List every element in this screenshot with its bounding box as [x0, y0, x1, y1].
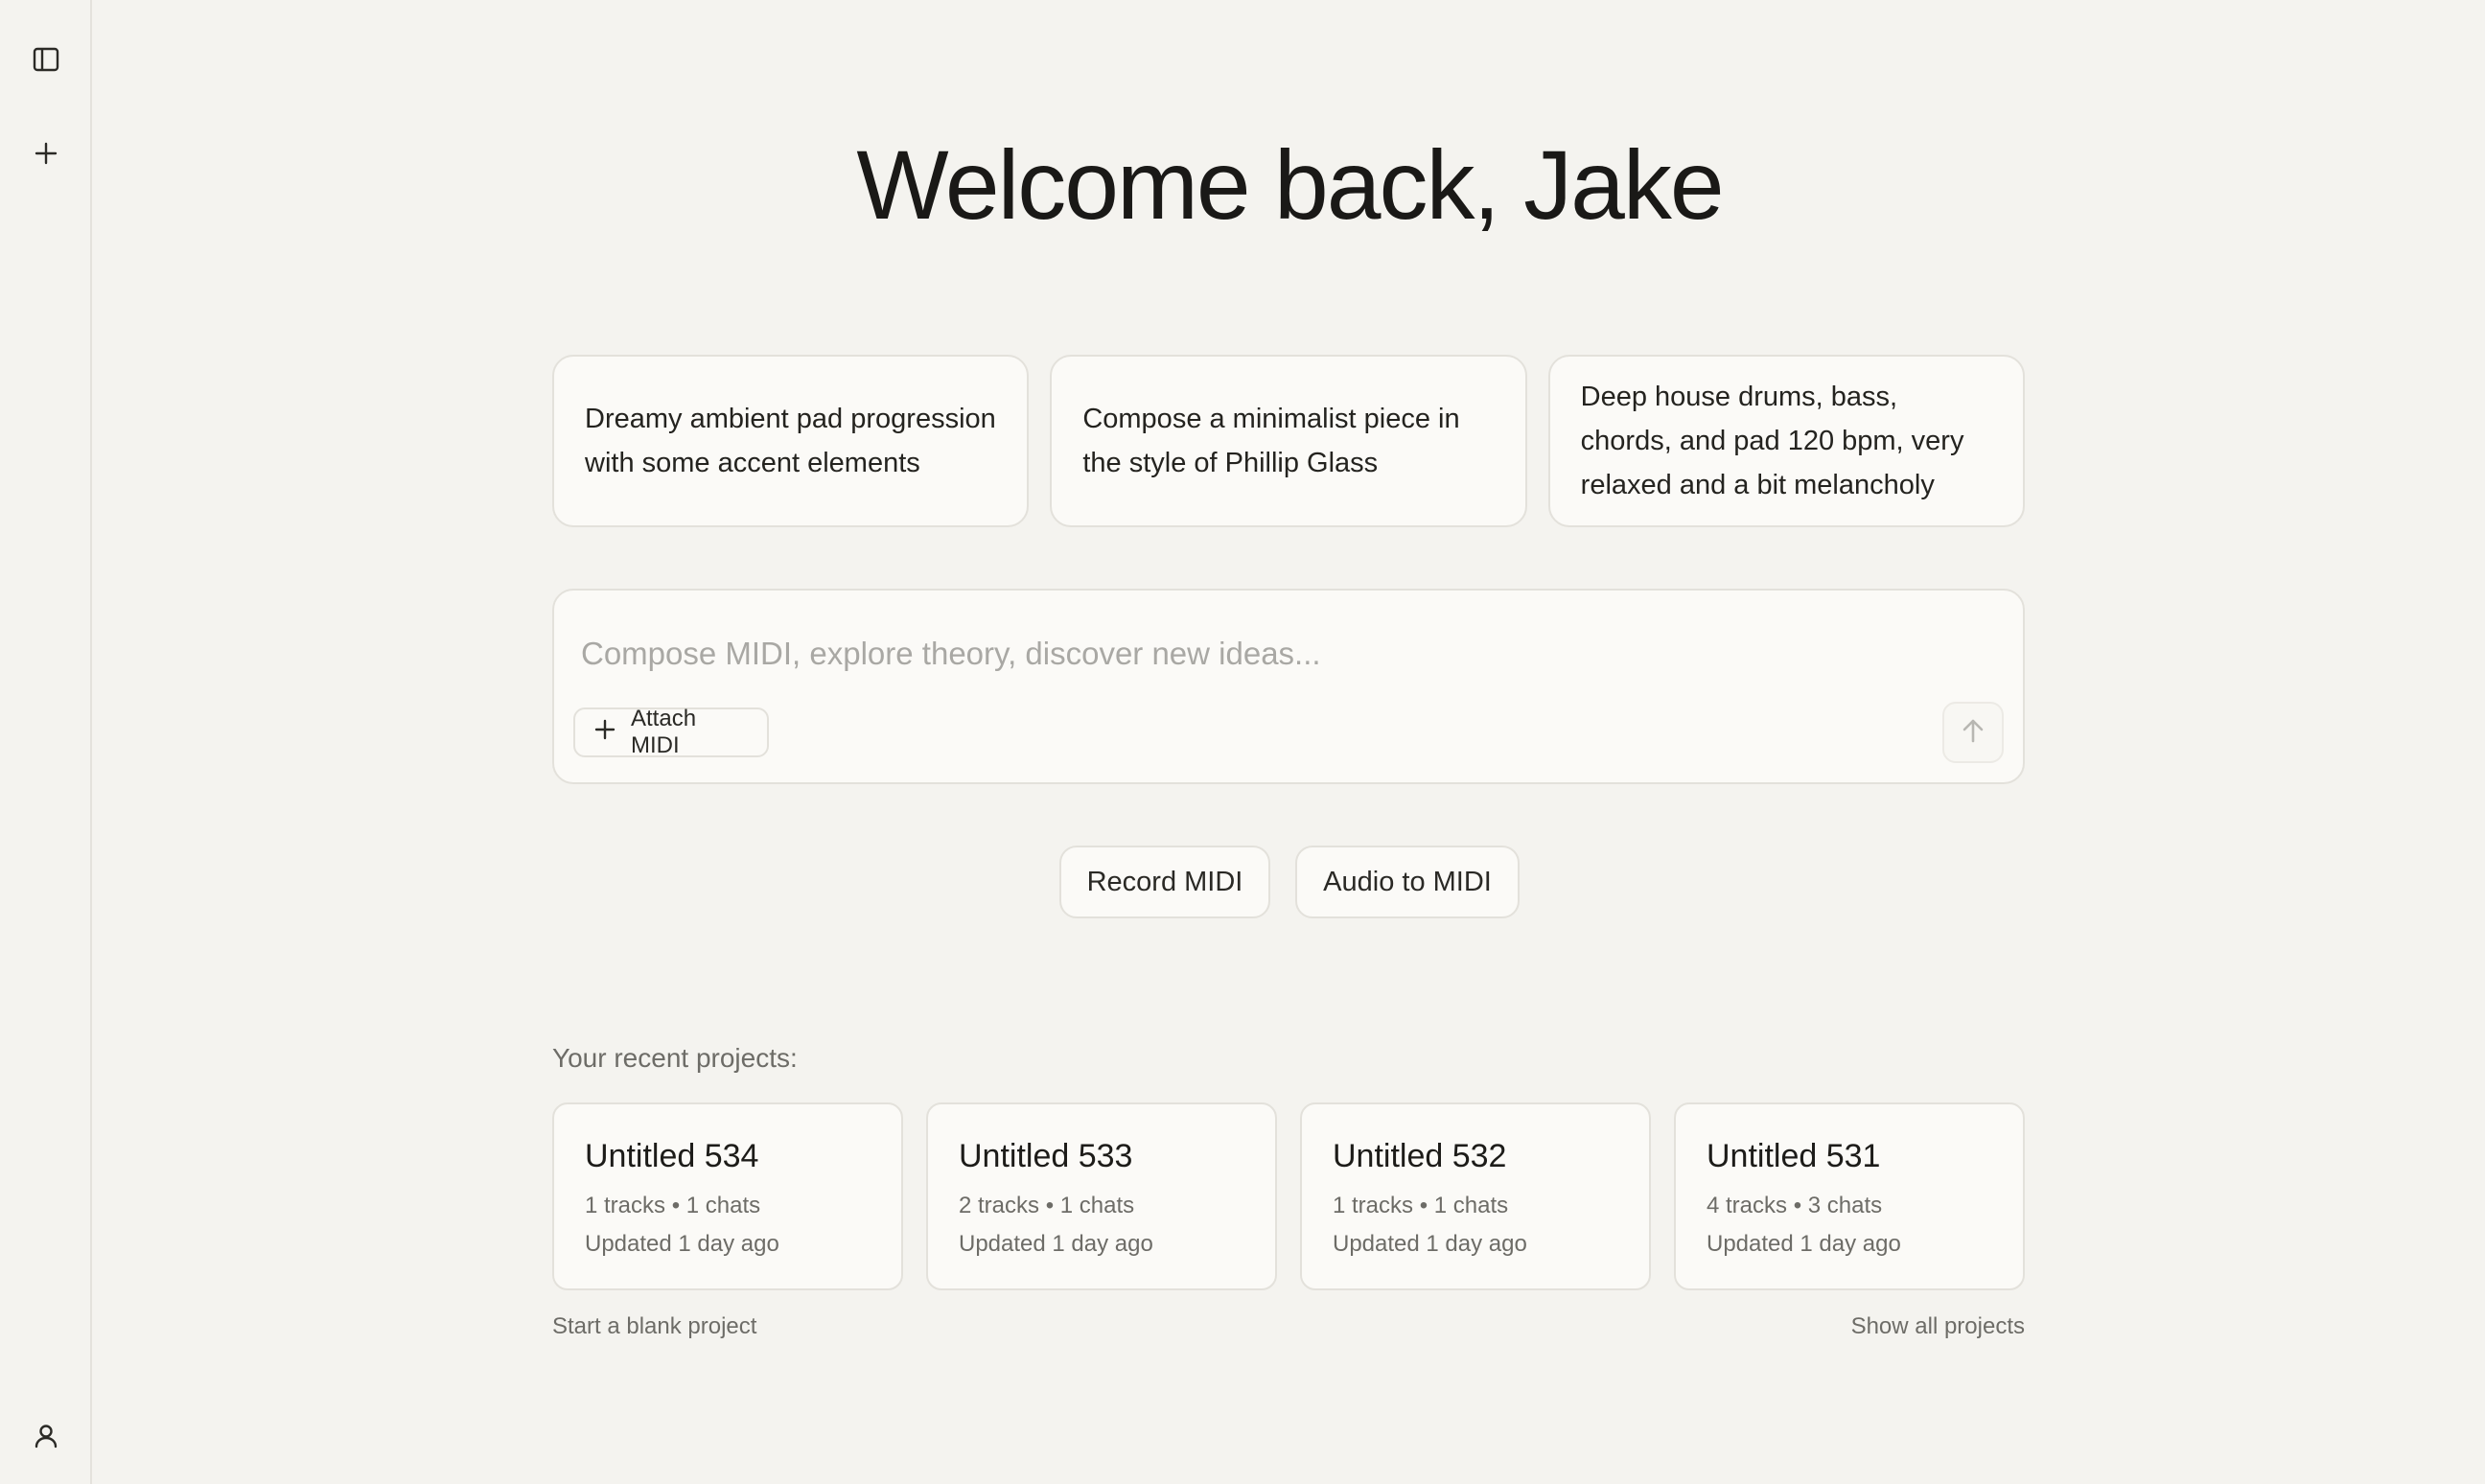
app-window: Welcome back, Jake Dreamy ambient pad pr…: [0, 0, 2485, 1484]
arrow-up-icon: [1958, 715, 1988, 751]
project-name: Untitled 531: [1707, 1138, 1881, 1174]
project-card[interactable]: Untitled 532 1 tracks • 1 chats Updated …: [1300, 1102, 1651, 1290]
suggestion-card[interactable]: Dreamy ambient pad progression with some…: [552, 355, 1030, 527]
plus-icon: [31, 138, 61, 169]
project-updated: Updated 1 day ago: [959, 1231, 1153, 1257]
project-stats: 2 tracks • 1 chats: [959, 1193, 1135, 1218]
project-updated: Updated 1 day ago: [1707, 1231, 1901, 1257]
page-title: Welcome back, Jake: [856, 130, 1724, 240]
send-button[interactable]: [1942, 702, 2004, 763]
prompt-input[interactable]: [581, 627, 1923, 681]
account-button[interactable]: [23, 1413, 69, 1459]
suggestion-card[interactable]: Deep house drums, bass, chords, and pad …: [1547, 355, 2025, 527]
new-project-button[interactable]: [23, 130, 69, 176]
show-all-projects-link[interactable]: Show all projects: [1846, 1313, 2025, 1340]
recent-projects-list: Untitled 534 1 tracks • 1 chats Updated …: [552, 1102, 2025, 1290]
project-card[interactable]: Untitled 531 4 tracks • 3 chats Updated …: [1674, 1102, 2025, 1290]
sidebar: [0, 0, 92, 1484]
suggestion-card[interactable]: Compose a minimalist piece in the style …: [1050, 355, 1527, 527]
composer: Attach MIDI: [552, 589, 2025, 784]
project-card[interactable]: Untitled 533 2 tracks • 1 chats Updated …: [926, 1102, 1277, 1290]
record-midi-label: Record MIDI: [1086, 866, 1243, 897]
plus-icon: [592, 717, 617, 749]
project-name: Untitled 533: [959, 1138, 1133, 1174]
sidebar-toggle-button[interactable]: [23, 36, 69, 82]
project-card[interactable]: Untitled 534 1 tracks • 1 chats Updated …: [552, 1102, 903, 1290]
project-name: Untitled 532: [1333, 1138, 1507, 1174]
project-stats: 1 tracks • 1 chats: [585, 1193, 761, 1218]
prompt-suggestions: Dreamy ambient pad progression with some…: [552, 355, 2025, 527]
user-icon: [31, 1421, 61, 1451]
sidebar-toggle-icon: [31, 44, 61, 75]
attach-midi-button[interactable]: Attach MIDI: [573, 706, 769, 758]
start-blank-project-link[interactable]: Start a blank project: [552, 1313, 756, 1340]
main-content: Welcome back, Jake Dreamy ambient pad pr…: [94, 0, 2485, 1484]
record-midi-button[interactable]: Record MIDI: [1059, 846, 1270, 918]
attach-midi-label: Attach MIDI: [631, 706, 697, 758]
audio-to-midi-button[interactable]: Audio to MIDI: [1295, 846, 1520, 918]
project-updated: Updated 1 day ago: [1333, 1231, 1527, 1257]
suggestion-text: Deep house drums, bass, chords, and pad …: [1580, 382, 1964, 500]
recent-projects-heading: Your recent projects:: [552, 1043, 798, 1073]
project-stats: 4 tracks • 3 chats: [1707, 1193, 1883, 1218]
suggestion-text: Dreamy ambient pad progression with some…: [585, 404, 996, 478]
audio-to-midi-label: Audio to MIDI: [1323, 866, 1492, 897]
quick-actions: Record MIDI Audio to MIDI: [94, 846, 2485, 918]
project-updated: Updated 1 day ago: [585, 1231, 779, 1257]
project-name: Untitled 534: [585, 1138, 759, 1174]
suggestion-text: Compose a minimalist piece in the style …: [1082, 404, 1460, 478]
project-stats: 1 tracks • 1 chats: [1333, 1193, 1509, 1218]
